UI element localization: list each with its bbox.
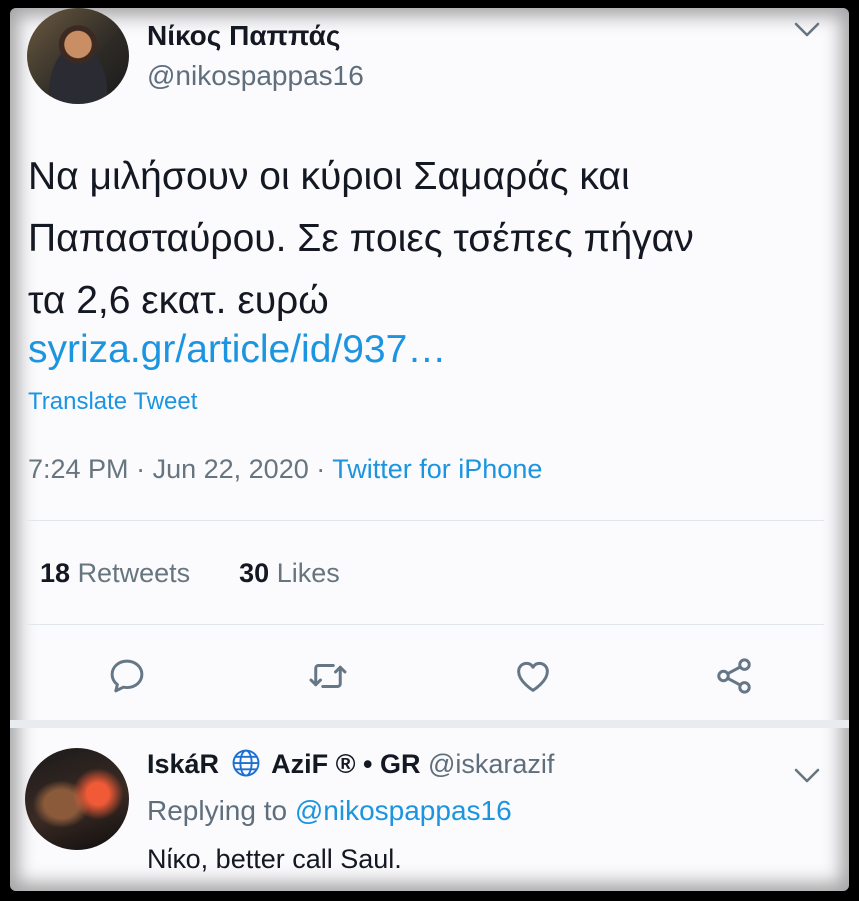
replying-to: Replying to @nikospappas16 bbox=[147, 795, 512, 827]
reply-author-name-part: IskáR bbox=[147, 749, 220, 779]
tweet-link[interactable]: syriza.gr/article/id/937… bbox=[28, 328, 446, 372]
author-handle[interactable]: @nikospappas16 bbox=[147, 60, 364, 92]
meta-separator: · bbox=[136, 454, 146, 484]
reply-author-name-part: ® • GR bbox=[335, 749, 421, 779]
tweet-stats: 18 Retweets 30 Likes bbox=[40, 558, 340, 589]
globe-icon bbox=[232, 749, 260, 777]
reply-header: IskáR AziF ® • GR @iskarazif bbox=[147, 748, 554, 780]
reply-author-handle[interactable]: @iskarazif bbox=[428, 749, 554, 779]
tweet-text-line: Παπασταύρου. Σε ποιες τσέπες πήγαν bbox=[28, 217, 694, 260]
tweet-text-line: Να μιλήσουν οι κύριοι Σαμαράς και bbox=[28, 155, 630, 198]
tweet-meta: 7:24 PM · Jun 22, 2020 · Twitter for iPh… bbox=[28, 454, 542, 485]
tweet-text: Να μιλήσουν οι κύριοι Σαμαράς και Παπαστ… bbox=[28, 146, 828, 332]
divider bbox=[28, 520, 824, 521]
tweet-menu-chevron-icon[interactable] bbox=[794, 22, 820, 43]
translate-tweet-link[interactable]: Translate Tweet bbox=[28, 388, 197, 416]
tweet-date[interactable]: Jun 22, 2020 bbox=[153, 454, 309, 484]
replying-to-mention[interactable]: @nikospappas16 bbox=[295, 795, 512, 826]
likes-stat[interactable]: 30 Likes bbox=[239, 558, 340, 588]
tweet-screenshot: Νίκος Παππάς @nikospappas16 Να μιλήσουν … bbox=[10, 8, 849, 891]
author-name[interactable]: Νίκος Παππάς bbox=[147, 20, 340, 52]
tweet-time[interactable]: 7:24 PM bbox=[28, 454, 129, 484]
reply-author-avatar[interactable] bbox=[25, 748, 129, 850]
retweet-icon[interactable] bbox=[303, 651, 353, 701]
reply-text: Νίκο, better call Saul. bbox=[147, 844, 402, 874]
reply-menu-chevron-icon[interactable] bbox=[794, 768, 820, 789]
tweet-source[interactable]: Twitter for iPhone bbox=[332, 454, 542, 484]
reply-author-name-part: AziF bbox=[271, 749, 329, 779]
reply-author-name[interactable]: IskáR AziF ® • GR bbox=[147, 749, 420, 779]
replying-prefix: Replying to bbox=[147, 795, 288, 826]
share-icon[interactable] bbox=[709, 651, 759, 701]
reply-icon[interactable] bbox=[102, 651, 152, 701]
tweet-text-line: τα 2,6 εκατ. ευρώ bbox=[28, 279, 329, 322]
section-divider bbox=[10, 720, 849, 728]
like-icon[interactable] bbox=[508, 651, 558, 701]
retweets-label: Retweets bbox=[77, 558, 191, 588]
likes-label: Likes bbox=[276, 558, 340, 588]
author-avatar[interactable] bbox=[27, 8, 129, 104]
divider bbox=[28, 624, 824, 625]
retweets-count: 18 bbox=[40, 558, 71, 588]
meta-separator: · bbox=[316, 454, 326, 484]
likes-count: 30 bbox=[239, 558, 270, 588]
retweets-stat[interactable]: 18 Retweets bbox=[40, 558, 190, 588]
